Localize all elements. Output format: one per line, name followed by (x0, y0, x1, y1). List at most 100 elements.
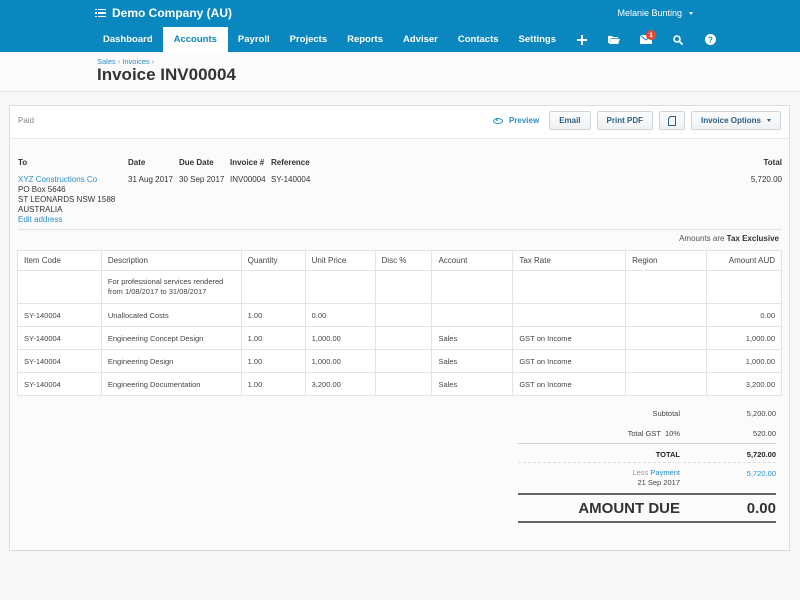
cell-account (431, 270, 514, 304)
cell-discount (374, 349, 433, 373)
subtotal-row: Subtotal 5,200.00 (518, 403, 776, 423)
line-items-table: Item Code Description Quantity Unit Pric… (17, 250, 782, 396)
cell-description: Unallocated Costs (100, 303, 242, 327)
tax-mode-label: Amounts are (679, 234, 725, 243)
preview-button[interactable]: Preview (492, 116, 539, 125)
column-header: Quantity (240, 250, 306, 271)
status-badge: Paid (18, 116, 35, 125)
total-label: Total (763, 158, 782, 167)
cell-quantity: 1.00 (240, 326, 306, 350)
table-row: SY-140004 Engineering Documentation 1.00… (17, 372, 782, 396)
cell-amount: 0.00 (706, 303, 782, 327)
main-nav: Dashboard Accounts Payroll Projects Repo… (93, 27, 726, 52)
cell-description: Engineering Concept Design (100, 326, 242, 350)
cell-discount (374, 270, 433, 304)
page-header: Sales › Invoices › Invoice INV00004 (0, 52, 800, 92)
total-value: 5,720.00 (750, 175, 782, 184)
svg-text:?: ? (708, 35, 713, 44)
menu-icon (95, 8, 106, 18)
cell-description: For professional services rendered from 1… (100, 270, 242, 304)
column-header: Item Code (17, 250, 102, 271)
search-icon (673, 34, 684, 45)
print-pdf-button[interactable]: Print PDF (596, 111, 653, 130)
cell-quantity: 1.00 (240, 303, 306, 327)
cell-unit-price: 1,000.00 (304, 349, 376, 373)
add-new-button[interactable] (566, 27, 598, 52)
invoice-card: Paid Preview Email Print PDF Invoice Opt… (9, 105, 790, 551)
total-value: 5,720.00 (746, 450, 776, 459)
column-header: Account (431, 250, 514, 271)
cell-region (625, 326, 708, 350)
nav-tab-contacts[interactable]: Contacts (448, 27, 509, 52)
cell-discount (374, 303, 433, 327)
table-row: For professional services rendered from 1… (17, 270, 782, 304)
column-header: Unit Price (304, 250, 376, 271)
search-button[interactable] (662, 27, 694, 52)
to-column: To XYZ Constructions Co PO Box 5646 ST L… (18, 158, 115, 225)
cell-item-code: SY-140004 (17, 349, 102, 373)
payment-label: Less Payment 21 Sep 2017 (632, 468, 680, 488)
amount-due-row: AMOUNT DUE 0.00 (518, 493, 776, 523)
due-date-column: Due Date 30 Sep 2017 (179, 158, 224, 185)
nav-tab-projects[interactable]: Projects (280, 27, 338, 52)
contact-link[interactable]: XYZ Constructions Co (18, 175, 97, 184)
eye-icon (492, 117, 503, 124)
copy-button[interactable] (658, 111, 685, 130)
cell-account: Sales (431, 326, 514, 350)
table-row: SY-140004 Unallocated Costs 1.00 0.00 0.… (17, 303, 782, 327)
user-name: Melanie Bunting (617, 8, 682, 18)
cell-unit-price: 0.00 (304, 303, 376, 327)
nav-tab-reports[interactable]: Reports (337, 27, 393, 52)
cell-quantity: 1.00 (240, 349, 306, 373)
subtotal-value: 5,200.00 (746, 409, 776, 418)
notifications-button[interactable]: 1 (630, 27, 662, 52)
cell-amount: 1,000.00 (706, 349, 782, 373)
page-title: Invoice INV00004 (97, 65, 236, 84)
nav-tab-payroll[interactable]: Payroll (228, 27, 280, 52)
cell-account: Sales (431, 349, 514, 373)
cell-unit-price: 3,200.00 (304, 372, 376, 396)
help-button[interactable]: ? (694, 27, 726, 52)
description-line: from 1/08/2017 to 31/08/2017 (107, 287, 207, 296)
nav-tab-settings[interactable]: Settings (509, 27, 566, 52)
chevron-down-icon (767, 119, 771, 122)
table-header-row: Item Code Description Quantity Unit Pric… (17, 250, 782, 271)
payment-link[interactable]: Payment (650, 468, 680, 477)
cell-region (625, 270, 708, 304)
total-column: Total 5,720.00 (751, 158, 782, 185)
edit-address-link[interactable]: Edit address (18, 215, 62, 224)
reference-label: Reference (271, 158, 310, 167)
invoice-options-button[interactable]: Invoice Options (690, 111, 781, 130)
table-row: SY-140004 Engineering Concept Design 1.0… (17, 326, 782, 350)
organisation-switcher[interactable]: Demo Company (AU) (95, 5, 232, 21)
invoice-number-column: Invoice # INV00004 (230, 158, 266, 185)
payment-amount-link[interactable]: 5,720.00 (747, 469, 776, 478)
nav-tab-dashboard[interactable]: Dashboard (93, 27, 163, 52)
to-label: To (18, 158, 28, 167)
column-header: Description (100, 250, 242, 271)
email-button[interactable]: Email (549, 111, 591, 130)
total-label: TOTAL (655, 450, 680, 459)
cell-item-code (17, 270, 102, 304)
cell-region (625, 303, 708, 327)
cell-quantity: 1.00 (240, 372, 306, 396)
nav-tab-accounts[interactable]: Accounts (162, 27, 228, 52)
gst-row: Total GST 10% 520.00 (518, 423, 776, 443)
help-icon: ? (704, 34, 716, 45)
cell-tax-rate (512, 303, 627, 327)
column-header: Region (625, 250, 708, 271)
column-header: Disc % (374, 250, 433, 271)
folder-icon (608, 36, 621, 44)
invoice-number-label: Invoice # (230, 158, 265, 167)
gst-value: 520.00 (753, 429, 776, 438)
tax-mode: Amounts are Tax Exclusive (679, 234, 779, 243)
cell-tax-rate (512, 270, 627, 304)
nav-tab-adviser[interactable]: Adviser (393, 27, 448, 52)
chevron-down-icon (689, 11, 693, 15)
cell-unit-price: 1,000.00 (304, 326, 376, 350)
files-button[interactable] (598, 27, 630, 52)
user-menu[interactable]: Melanie Bunting (617, 8, 693, 18)
total-row: TOTAL 5,720.00 (518, 443, 776, 463)
address-country: AUSTRALIA (18, 205, 63, 214)
notification-badge: 1 (646, 30, 657, 40)
